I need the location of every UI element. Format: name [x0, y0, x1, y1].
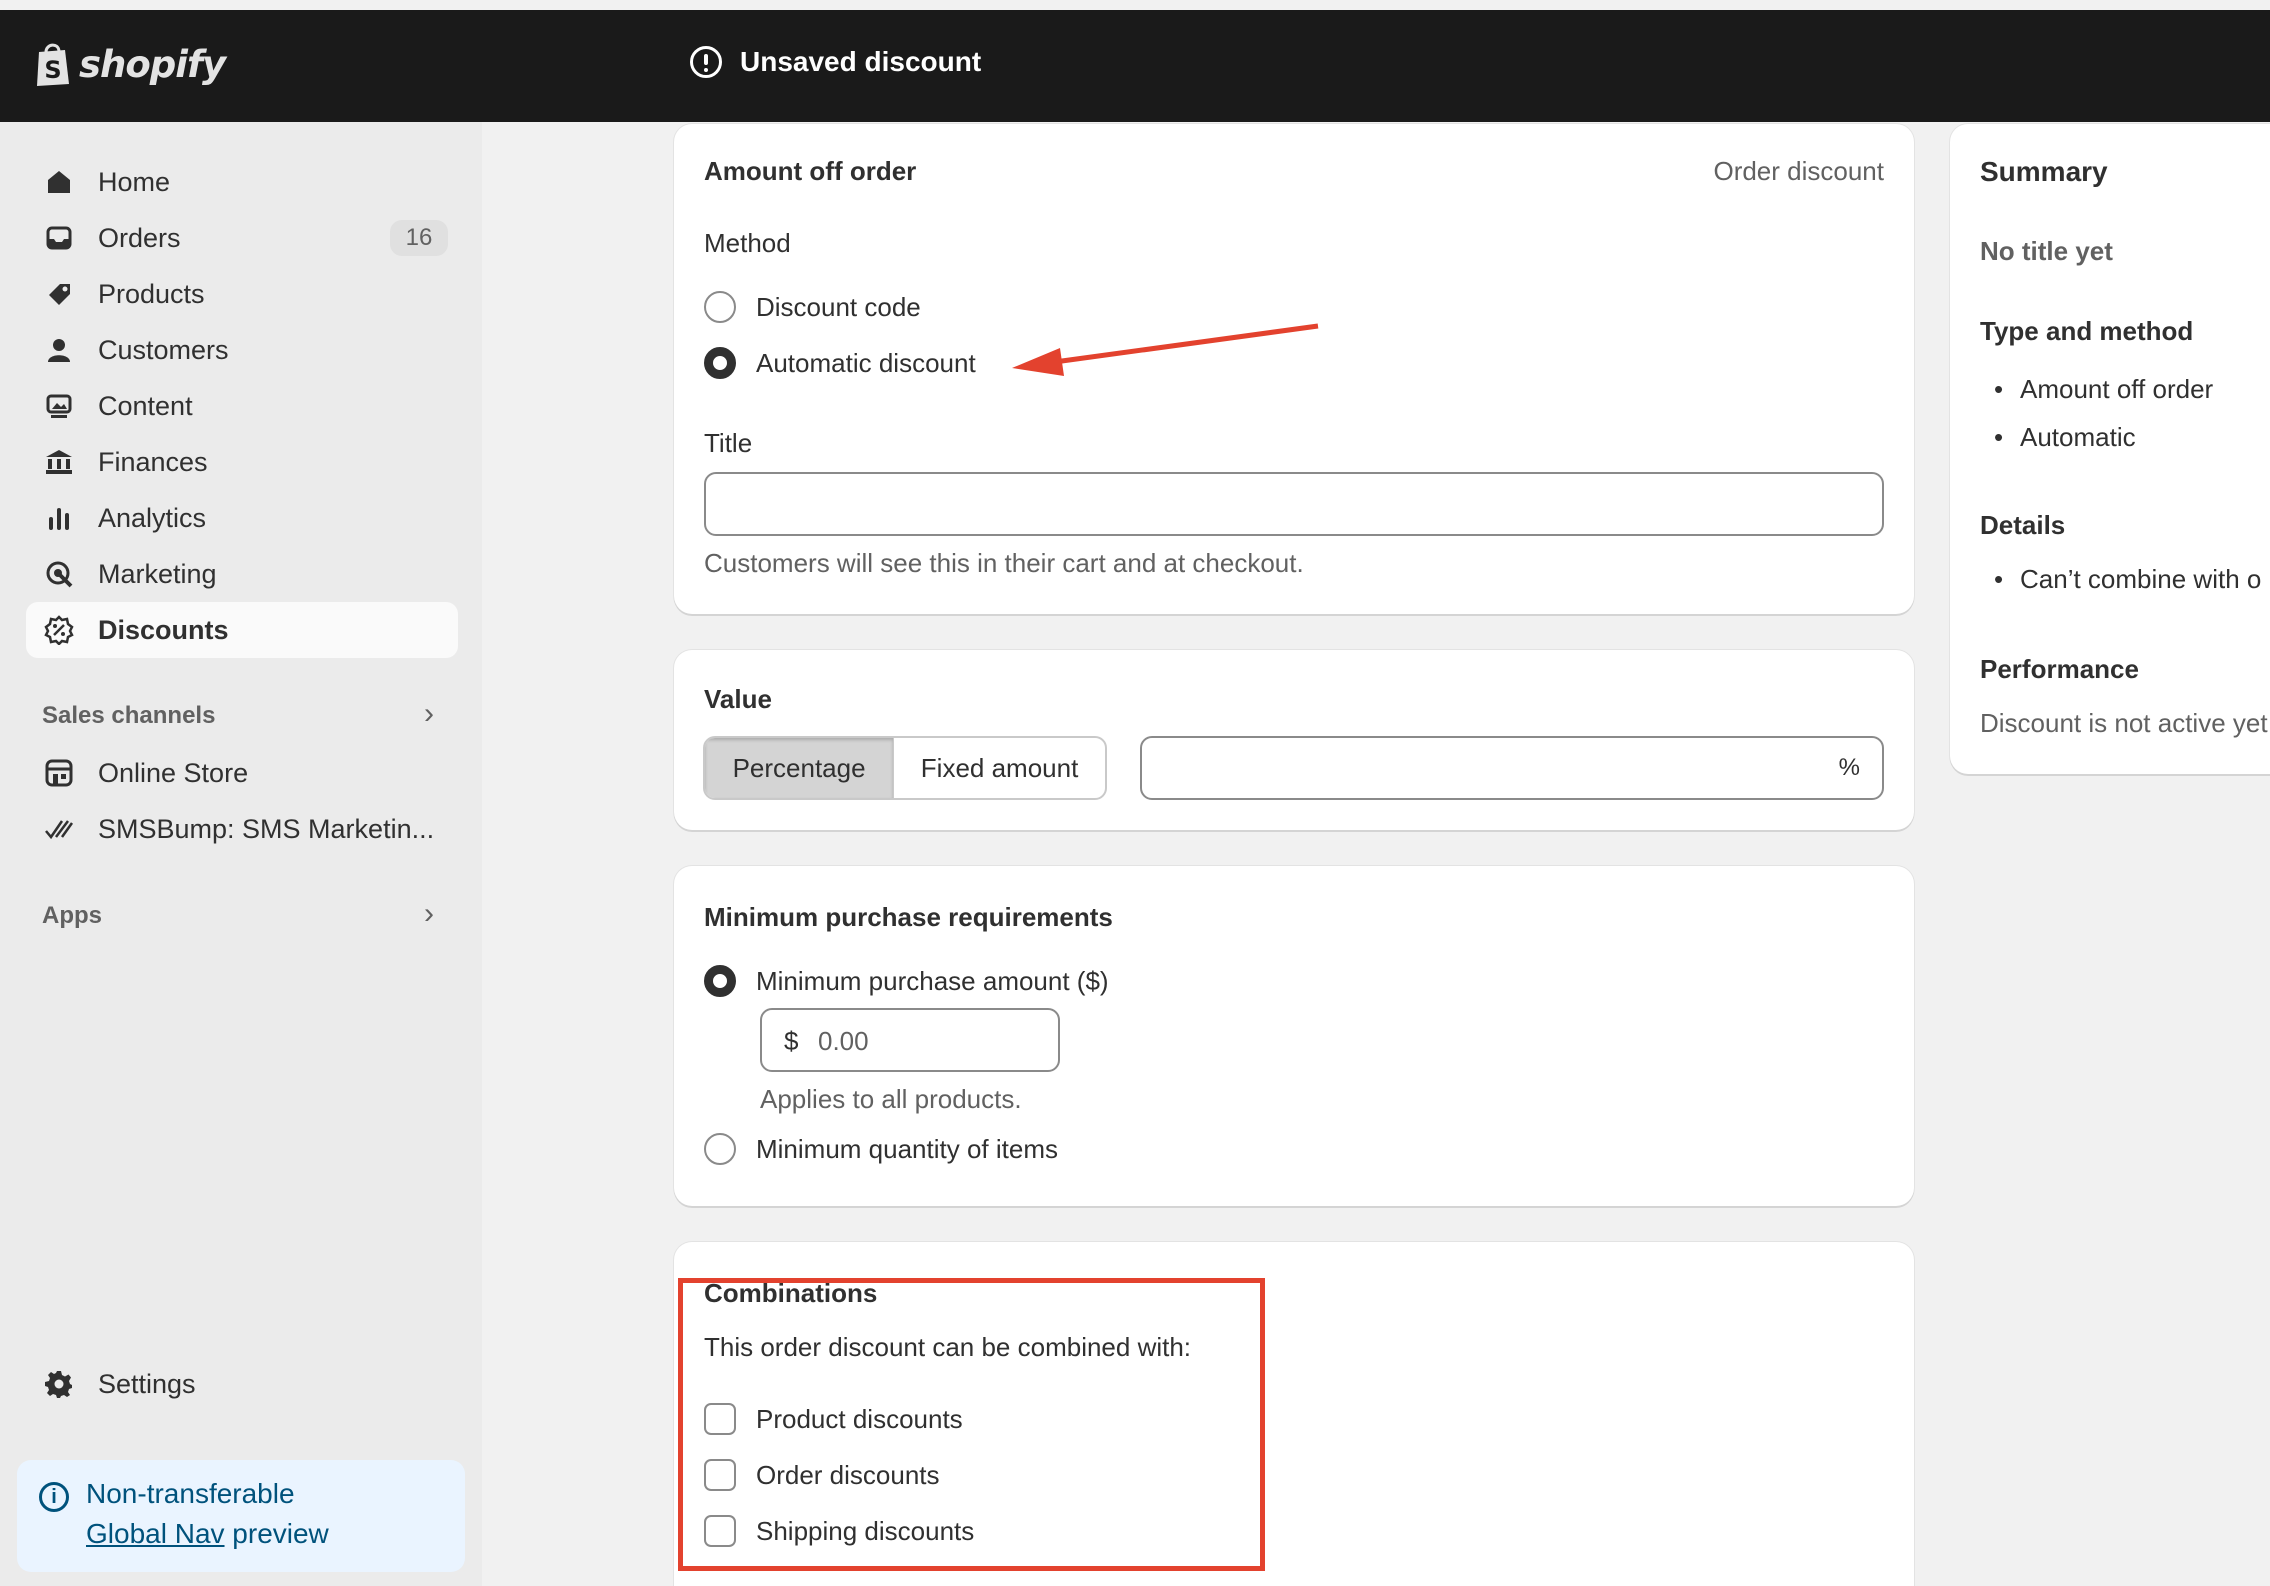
- combinations-highlight-box: [678, 1278, 1265, 1571]
- sidebar-item-label: Marketing: [98, 558, 217, 589]
- inbox-icon: [44, 223, 74, 253]
- global-nav-preview-banner: i Non-transferable Global Nav preview: [17, 1460, 465, 1572]
- summary-type-item: Amount off order: [1994, 374, 2213, 405]
- sidebar-item-label: Customers: [98, 334, 229, 365]
- minimum-quantity-radio[interactable]: [704, 1133, 736, 1165]
- fixed-amount-tab[interactable]: Fixed amount: [893, 738, 1105, 798]
- sidebar-item-home[interactable]: Home: [26, 154, 458, 210]
- sidebar-item-label: SMSBump: SMS Marketin...: [98, 813, 435, 844]
- method-label: Method: [704, 228, 791, 258]
- title-help-text: Customers will see this in their cart an…: [704, 548, 1304, 578]
- type-method-heading: Type and method: [1980, 316, 2194, 346]
- orders-count-badge: 16: [390, 220, 448, 256]
- card-title: Amount off order: [704, 156, 917, 186]
- minimum-amount-label[interactable]: Minimum purchase amount ($): [756, 966, 1109, 997]
- sidebar-item-label: Finances: [98, 446, 208, 477]
- percent-suffix: %: [1838, 754, 1860, 781]
- sidebar-item-smsbump[interactable]: SMSBump: SMS Marketin...: [26, 801, 458, 857]
- title-label: Title: [704, 428, 753, 458]
- bank-icon: [44, 447, 74, 477]
- info-icon: i: [39, 1482, 69, 1512]
- promo-text-line2: Global Nav preview: [86, 1518, 329, 1550]
- target-icon: [44, 559, 74, 589]
- home-icon: [44, 167, 74, 197]
- sales-channels-heading[interactable]: Sales channels: [42, 702, 215, 730]
- sidebar-item-label: Home: [98, 166, 171, 197]
- value-type-toggle: Percentage Fixed amount: [703, 736, 1107, 800]
- sidebar-item-marketing[interactable]: Marketing: [26, 546, 458, 602]
- sidebar-item-analytics[interactable]: Analytics: [26, 490, 458, 546]
- amount-help-text: Applies to all products.: [760, 1084, 1022, 1114]
- image-icon: [44, 391, 74, 421]
- svg-text:S: S: [44, 56, 61, 84]
- sidebar-item-orders[interactable]: Orders 16: [26, 210, 458, 266]
- sidebar-item-label: Content: [98, 390, 193, 421]
- promo-suffix: preview: [232, 1518, 329, 1549]
- sidebar-item-settings[interactable]: Settings: [26, 1356, 458, 1412]
- performance-heading: Performance: [1980, 654, 2139, 684]
- sidebar-item-customers[interactable]: Customers: [26, 322, 458, 378]
- unsaved-title: Unsaved discount: [740, 46, 982, 77]
- smsbump-icon: [44, 814, 74, 844]
- minimum-quantity-label[interactable]: Minimum quantity of items: [756, 1134, 1058, 1165]
- minimum-amount-radio[interactable]: [704, 965, 736, 997]
- percentage-tab[interactable]: Percentage: [705, 738, 894, 798]
- performance-text: Discount is not active yet: [1980, 708, 2268, 738]
- sidebar-item-online-store[interactable]: Online Store: [26, 745, 458, 801]
- minimum-requirements-card: Minimum purchase requirements Minimum pu…: [674, 866, 1914, 1206]
- brand-name: shopify: [79, 42, 226, 86]
- no-title-text: No title yet: [1980, 236, 2113, 266]
- promo-text: Non-transferable: [86, 1478, 295, 1509]
- discount-code-label[interactable]: Discount code: [756, 292, 921, 323]
- sidebar-item-label: Analytics: [98, 502, 207, 533]
- value-input[interactable]: %: [1140, 736, 1884, 800]
- summary-title: Summary: [1980, 156, 2108, 187]
- summary-card: Summary No title yet Type and method Amo…: [1950, 124, 2270, 774]
- bar-chart-icon: [44, 503, 74, 533]
- minimum-amount-input[interactable]: $ 0.00: [760, 1008, 1060, 1072]
- discount-code-radio[interactable]: [704, 291, 736, 323]
- card-title: Value: [704, 684, 772, 714]
- alert-circle-icon: [690, 46, 722, 78]
- sidebar-item-content[interactable]: Content: [26, 378, 458, 434]
- sidebar-item-label: Settings: [98, 1368, 196, 1399]
- automatic-discount-radio[interactable]: [704, 347, 736, 379]
- discount-icon: [44, 615, 74, 645]
- sidebar: Home Orders 16 Products Customers Conten…: [0, 122, 482, 1586]
- chevron-right-icon[interactable]: ›: [424, 897, 434, 931]
- summary-details-item: Can’t combine with o: [1994, 564, 2261, 595]
- unsaved-status: Unsaved discount: [690, 46, 981, 78]
- sidebar-item-label: Online Store: [98, 757, 249, 788]
- method-card: Amount off order Order discount Method D…: [674, 124, 1914, 614]
- sidebar-item-discounts[interactable]: Discounts: [26, 602, 458, 658]
- card-title: Minimum purchase requirements: [704, 902, 1113, 932]
- title-input[interactable]: [704, 472, 1884, 536]
- summary-method-item: Automatic: [1994, 422, 2136, 453]
- currency-prefix: $: [784, 1026, 799, 1056]
- top-bar: S shopify Unsaved discount: [0, 10, 2270, 122]
- amount-value: 0.00: [818, 1026, 869, 1056]
- sidebar-item-finances[interactable]: Finances: [26, 434, 458, 490]
- automatic-discount-label[interactable]: Automatic discount: [756, 348, 976, 379]
- sidebar-item-products[interactable]: Products: [26, 266, 458, 322]
- global-nav-link[interactable]: Global Nav: [86, 1518, 225, 1549]
- store-icon: [44, 758, 74, 788]
- shopping-bag-icon: S: [37, 43, 69, 86]
- sidebar-item-label: Orders: [98, 222, 181, 253]
- person-icon: [44, 335, 74, 365]
- discount-type-label: Order discount: [1713, 156, 1884, 186]
- details-heading: Details: [1980, 510, 2066, 540]
- sidebar-item-label: Products: [98, 278, 205, 309]
- apps-heading[interactable]: Apps: [42, 902, 102, 930]
- chevron-right-icon[interactable]: ›: [424, 697, 434, 731]
- gear-icon: [44, 1369, 74, 1399]
- shopify-logo[interactable]: S shopify: [33, 40, 226, 88]
- tag-icon: [44, 279, 74, 309]
- sidebar-item-label: Discounts: [98, 614, 229, 645]
